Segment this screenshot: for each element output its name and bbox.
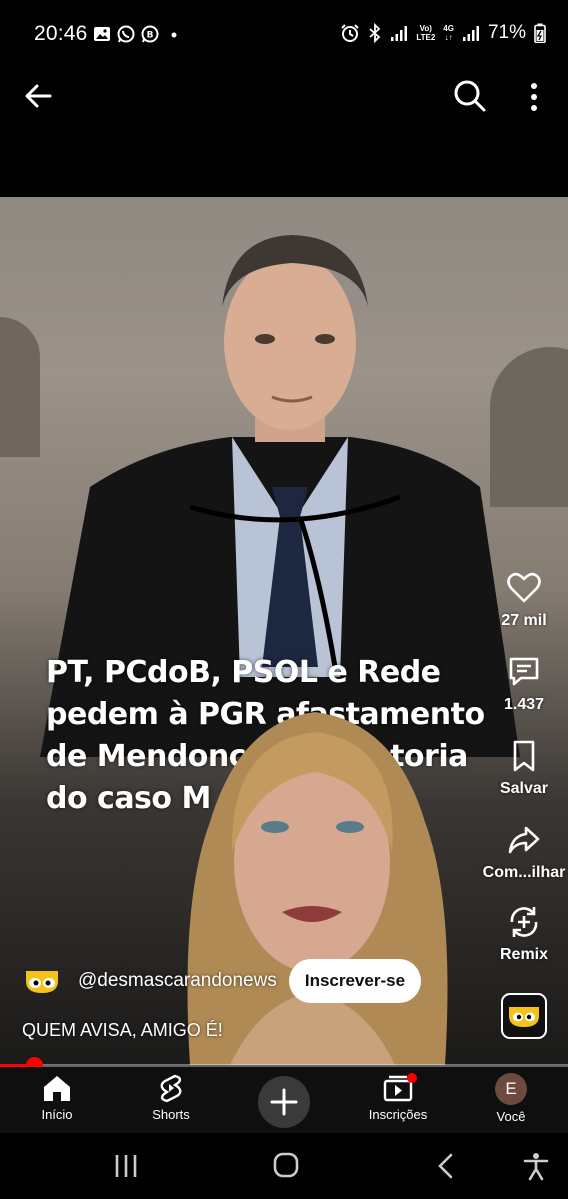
signal-icon-2 [462,26,479,41]
more-options-button[interactable] [516,76,552,116]
comment-count: 1.437 [503,696,545,713]
channel-handle[interactable]: @desmascarandonews [78,970,277,992]
search-button[interactable] [450,76,490,116]
recent-apps-icon [115,1155,137,1177]
nav-home-label: Início [41,1107,73,1122]
home-icon [44,1076,70,1101]
signal-icon [391,26,408,41]
accessibility-button[interactable] [516,1151,556,1181]
battery-icon [534,23,546,43]
system-back-button[interactable] [426,1151,466,1181]
notification-dot [407,1073,417,1083]
sound-remix-thumbnail[interactable] [501,993,547,1039]
share-icon [508,826,540,854]
remix-icon [510,907,538,937]
nav-you-label: Você [496,1109,526,1124]
system-navigation-bar [0,1133,568,1199]
bottom-navigation: Início Shorts Inscrições E Você [0,1067,568,1133]
search-icon [454,80,486,112]
svg-text:B: B [147,31,154,41]
heart-icon [507,572,541,603]
save-button[interactable]: Salvar [476,738,568,798]
arrow-left-icon [25,84,52,108]
gallery-icon [94,27,110,41]
nav-home[interactable]: Início [2,1073,112,1122]
system-home-button[interactable] [266,1151,306,1181]
like-button[interactable]: 27 mil [476,570,568,630]
recent-apps-button[interactable] [106,1151,146,1181]
save-label: Salvar [499,780,549,797]
comment-icon [509,657,539,686]
alarm-icon [341,24,360,42]
back-chevron-icon [438,1153,453,1179]
avatar: E [495,1073,527,1105]
whatsapp-icon [117,25,135,43]
battery-percent: 71% [487,22,526,43]
share-label: Com...ilhar [482,864,566,881]
nav-subscriptions-label: Inscrições [368,1107,428,1122]
share-button[interactable]: Com...ilhar [476,822,568,882]
nav-shorts-label: Shorts [152,1107,190,1122]
create-button[interactable] [258,1076,310,1128]
status-notification-icons: B [93,25,183,43]
shorts-icon [160,1074,182,1103]
remix-button[interactable]: Remix [476,904,568,964]
whatsapp-business-icon: B [141,25,159,43]
channel-logo-icon [509,1007,539,1027]
bluetooth-icon [369,23,381,43]
like-count: 27 mil [501,612,547,629]
dot-icon [171,32,177,38]
video-caption[interactable]: QUEM AVISA, AMIGO É! [22,1020,223,1041]
remix-label: Remix [499,946,549,963]
status-bar: 20:46 B Vo) LTE2 4G ↓↑ 71% [0,0,568,70]
subscribe-button[interactable]: Inscrever-se [288,959,422,1003]
volte-label: Vo) LTE2 [416,24,436,42]
back-button[interactable] [20,76,60,116]
status-system-icons: Vo) LTE2 4G ↓↑ 71% [340,22,546,44]
channel-row: @desmascarandonews Inscrever-se [22,958,422,1004]
status-time: 20:46 [34,22,88,45]
nav-you[interactable]: E Você [456,1073,566,1124]
plus-icon [270,1088,298,1116]
network-4g-label: 4G ↓↑ [443,24,454,42]
headline-line: PT, PCdoB, PSOL e Rede [46,655,441,690]
nav-shorts[interactable]: Shorts [116,1073,226,1122]
home-circle-icon [273,1152,299,1178]
comments-button[interactable]: 1.437 [476,654,568,714]
bookmark-icon [513,740,535,772]
more-vertical-icon [531,83,537,111]
top-toolbar [0,70,568,130]
accessibility-icon [523,1153,549,1181]
channel-avatar[interactable] [22,961,62,1001]
presenter-woman-overlay [187,712,448,1065]
nav-subscriptions[interactable]: Inscrições [343,1073,453,1122]
